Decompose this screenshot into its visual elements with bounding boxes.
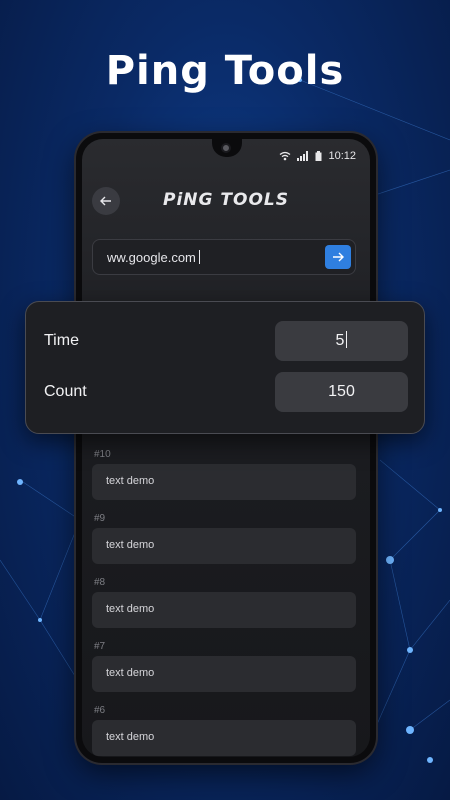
go-button[interactable] xyxy=(325,245,351,269)
result-card[interactable]: text demo xyxy=(92,528,356,564)
phone-screen: 10:12 PiNG TOOLS ww.google.com #10 text … xyxy=(82,139,370,757)
time-label: Time xyxy=(44,332,79,349)
result-card[interactable]: text demo xyxy=(92,656,356,692)
promo-headline: Ping Tools xyxy=(105,48,345,94)
item-text: text demo xyxy=(106,603,155,615)
notch xyxy=(212,139,242,157)
phone-frame: 10:12 PiNG TOOLS ww.google.com #10 text … xyxy=(76,133,376,763)
list-item: #10 text demo xyxy=(92,449,356,513)
result-card[interactable]: text demo xyxy=(92,720,356,756)
status-bar: 10:12 xyxy=(279,149,356,163)
item-number: #9 xyxy=(94,513,106,524)
list-item: #6 text demo xyxy=(92,705,356,757)
app-header: PiNG TOOLS xyxy=(92,187,360,215)
count-row: Count 150 xyxy=(26,372,426,412)
arrow-right-icon xyxy=(333,252,344,262)
result-card[interactable]: text demo xyxy=(92,464,356,500)
arrow-left-icon xyxy=(100,196,111,206)
app-title: PiNG TOOLS xyxy=(163,190,289,210)
item-number: #10 xyxy=(94,449,111,460)
item-text: text demo xyxy=(106,731,155,743)
count-input[interactable]: 150 xyxy=(275,372,408,412)
signal-icon xyxy=(297,151,309,161)
url-input-value[interactable]: ww.google.com xyxy=(107,250,200,265)
list-item: #8 text demo xyxy=(92,577,356,641)
camera-icon xyxy=(221,143,231,153)
item-number: #7 xyxy=(94,641,106,652)
list-item: #7 text demo xyxy=(92,641,356,705)
battery-icon xyxy=(315,151,322,161)
item-text: text demo xyxy=(106,475,155,487)
time-input[interactable]: 5 xyxy=(275,321,408,361)
time-row: Time 5 xyxy=(26,321,426,361)
back-button[interactable] xyxy=(92,187,120,215)
item-text: text demo xyxy=(106,667,155,679)
results-list: #10 text demo #9 text demo #8 text demo … xyxy=(92,449,356,757)
list-item: #9 text demo xyxy=(92,513,356,577)
item-number: #6 xyxy=(94,705,106,716)
url-input[interactable]: ww.google.com xyxy=(92,239,356,275)
status-time: 10:12 xyxy=(328,150,356,162)
ping-settings-panel: Time 5 Count 150 xyxy=(25,301,425,434)
item-number: #8 xyxy=(94,577,106,588)
count-label: Count xyxy=(44,383,87,400)
item-text: text demo xyxy=(106,539,155,551)
result-card[interactable]: text demo xyxy=(92,592,356,628)
wifi-icon xyxy=(280,151,291,161)
